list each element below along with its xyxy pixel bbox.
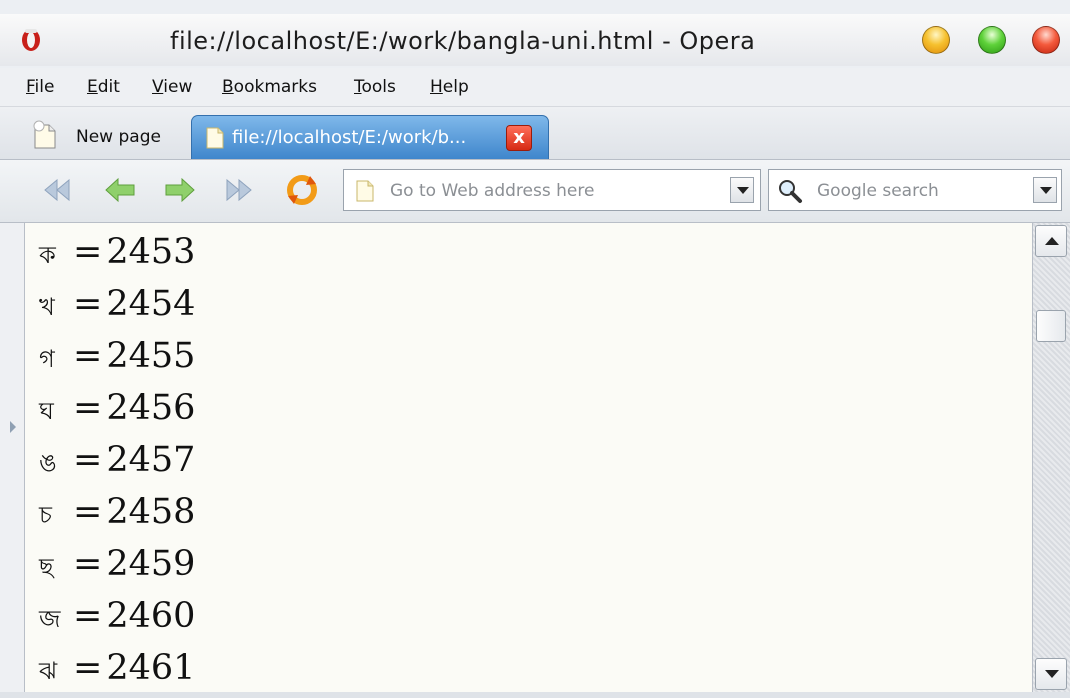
search-icon — [779, 180, 802, 203]
menu-tools[interactable]: Tools — [354, 77, 396, 97]
code-line: ঙ = 2457 — [39, 440, 196, 480]
panel-toggle[interactable] — [0, 223, 24, 692]
scroll-down-button[interactable] — [1035, 658, 1067, 690]
forward-icon[interactable] — [162, 172, 198, 208]
code-line: ঘ = 2456 — [39, 388, 196, 428]
close-window-button[interactable] — [1032, 26, 1060, 54]
search-dropdown-button[interactable] — [1033, 177, 1057, 203]
page-content: ক = 2453 খ = 2454 গ = 2455 ঘ = 2456 ঙ = 2457 চ = 245… — [24, 223, 1033, 692]
code-line: গ = 2455 — [39, 336, 196, 376]
code-line: ঝ = 2461 — [39, 648, 196, 688]
back-icon[interactable] — [102, 172, 138, 208]
window-bottom-edge — [0, 692, 1070, 698]
menu-view[interactable]: View — [152, 77, 192, 97]
new-page-button[interactable]: New page — [28, 116, 178, 156]
menu-bookmarks[interactable]: Bookmarks — [222, 77, 317, 97]
code-line: চ = 2458 — [39, 492, 196, 532]
scroll-up-button[interactable] — [1035, 225, 1067, 257]
minimize-button[interactable] — [922, 26, 950, 54]
tab-bar: New page file://localhost/E:/work/b... x — [0, 107, 1070, 160]
address-field[interactable]: Go to Web address here — [343, 169, 761, 211]
address-dropdown-button[interactable] — [730, 177, 754, 203]
new-page-icon — [33, 120, 56, 149]
search-field[interactable]: Google search — [768, 169, 1062, 211]
code-line: খ = 2454 — [39, 284, 196, 324]
close-tab-icon[interactable]: x — [506, 125, 532, 151]
code-line: ক = 2453 — [39, 232, 196, 272]
tab-title: file://localhost/E:/work/b... — [232, 127, 467, 148]
code-line: ছ = 2459 — [39, 544, 196, 584]
page-icon — [206, 127, 224, 149]
scroll-thumb[interactable] — [1036, 310, 1066, 342]
code-line: জ = 2460 — [39, 596, 196, 636]
menu-help[interactable]: Help — [430, 77, 469, 97]
page-icon — [356, 180, 374, 202]
search-placeholder: Google search — [817, 181, 939, 201]
opera-logo-icon — [22, 29, 40, 51]
new-page-label: New page — [76, 127, 161, 147]
tab-active[interactable]: file://localhost/E:/work/b... x — [191, 115, 549, 159]
panel-arrow-icon — [10, 421, 16, 433]
maximize-button[interactable] — [978, 26, 1006, 54]
reload-icon[interactable] — [284, 172, 320, 208]
menu-file[interactable]: File — [26, 77, 54, 97]
browser-window: file://localhost/E:/work/bangla-uni.html… — [0, 0, 1070, 698]
address-placeholder: Go to Web address here — [390, 181, 595, 201]
fast-forward-icon[interactable] — [222, 172, 258, 208]
menu-bar: File Edit View Bookmarks Tools Help — [0, 68, 1070, 107]
rewind-icon[interactable] — [38, 172, 74, 208]
vertical-scrollbar[interactable] — [1032, 223, 1070, 692]
title-bar: file://localhost/E:/work/bangla-uni.html… — [0, 14, 1070, 66]
menu-edit[interactable]: Edit — [87, 77, 120, 97]
navigation-toolbar: Go to Web address here Google search — [0, 160, 1070, 223]
window-title: file://localhost/E:/work/bangla-uni.html… — [170, 27, 756, 55]
